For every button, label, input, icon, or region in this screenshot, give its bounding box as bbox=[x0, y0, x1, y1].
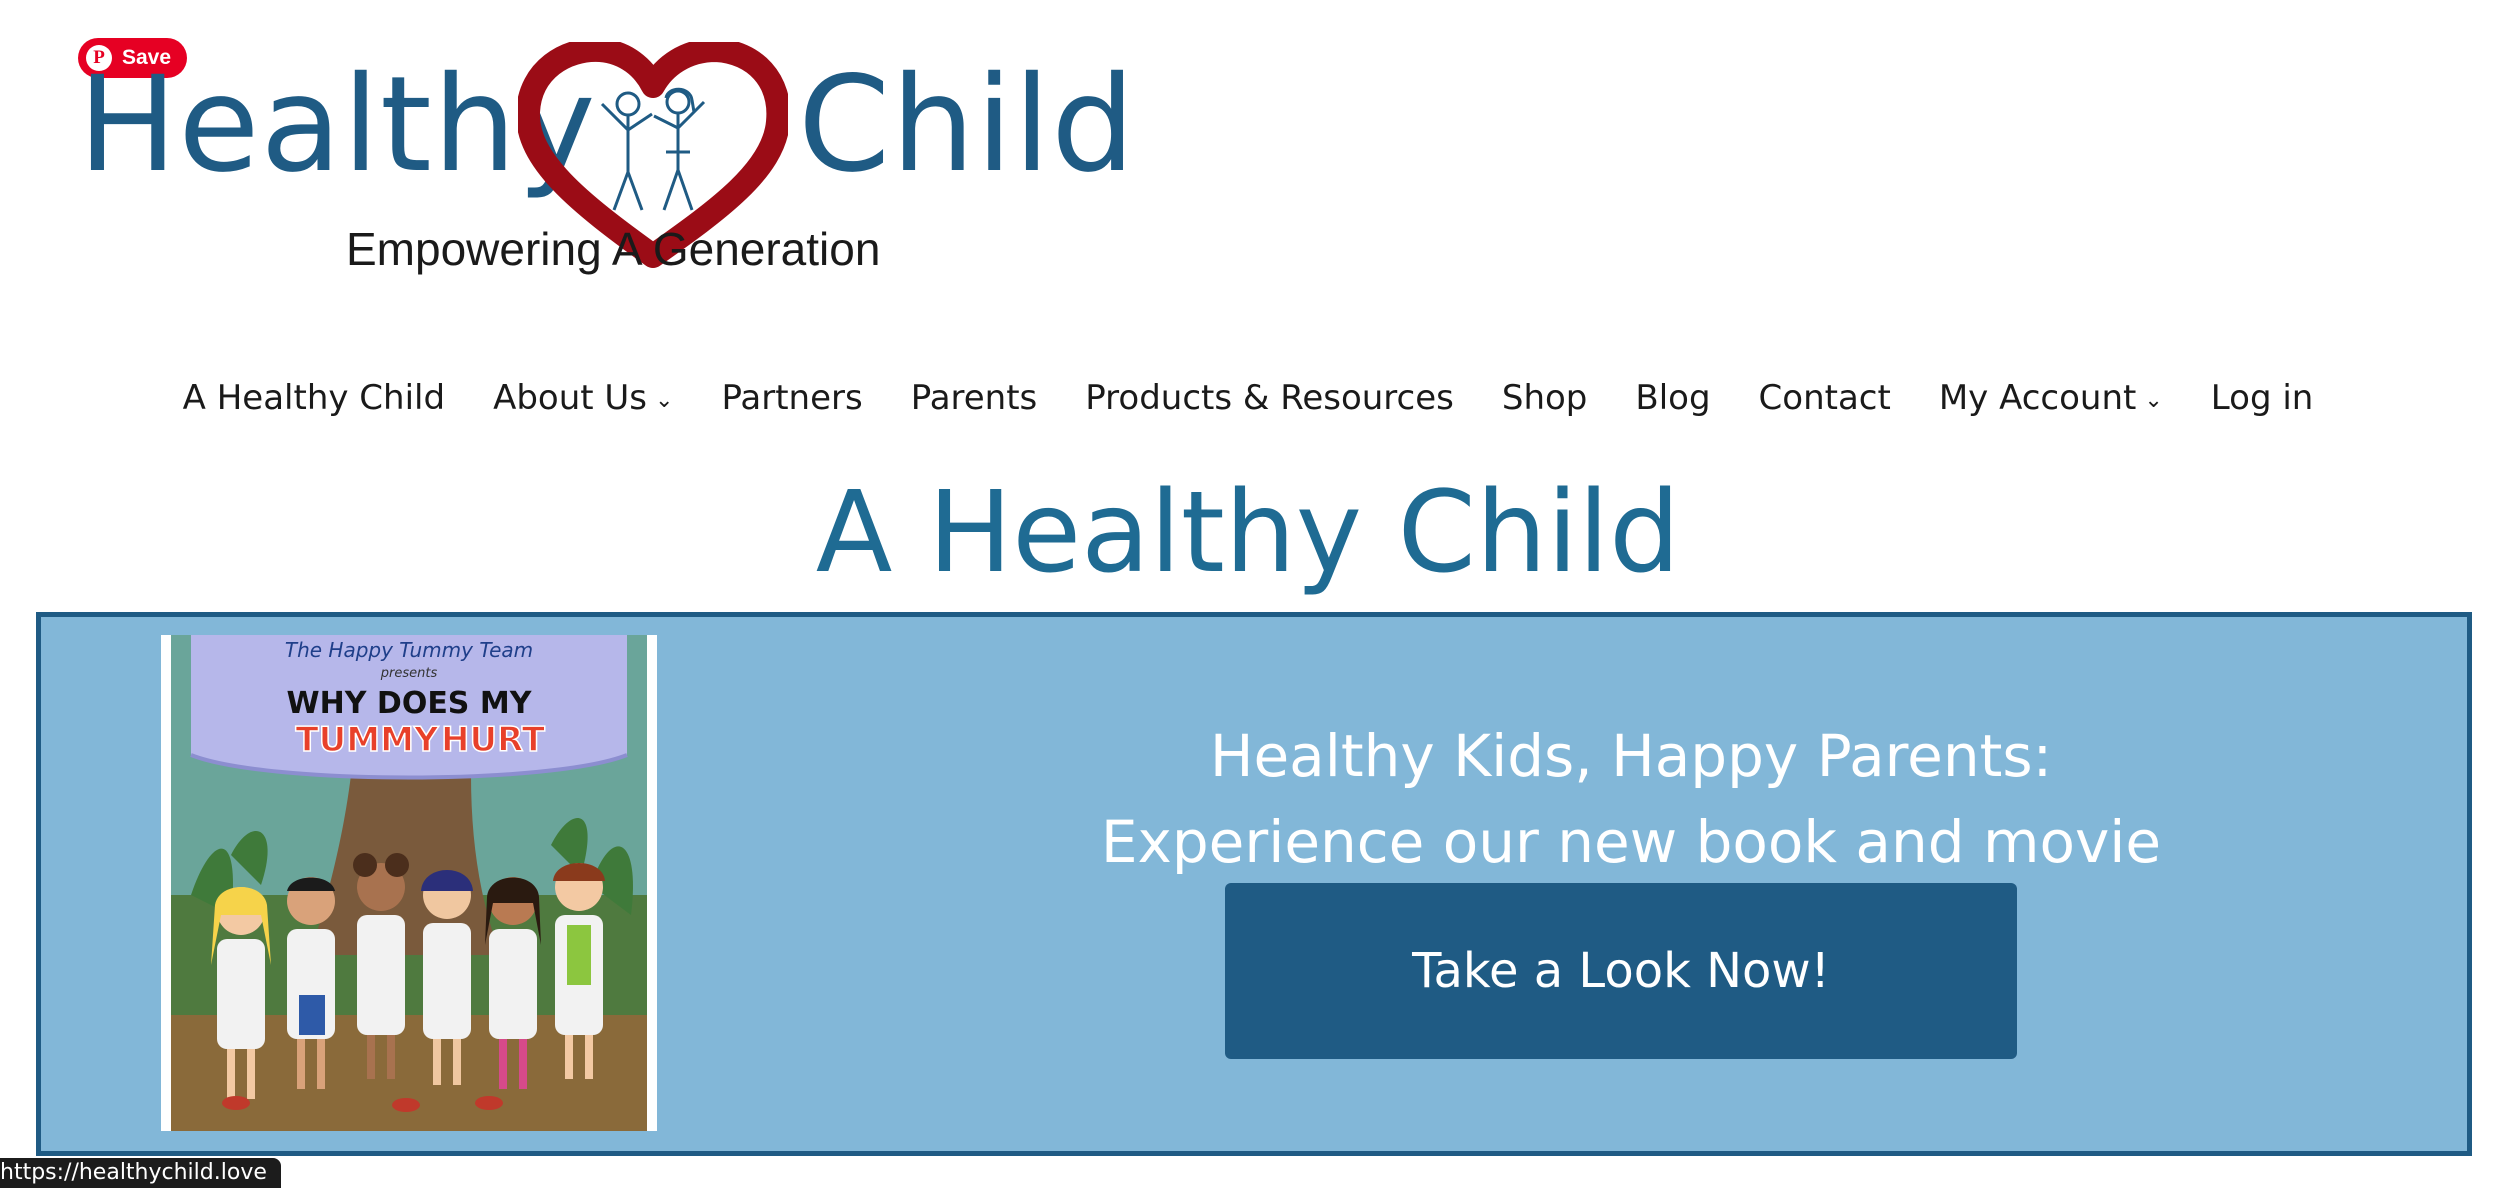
nav-item-about-us[interactable]: About Us ⌄ bbox=[493, 378, 673, 418]
nav-item-partners[interactable]: Partners bbox=[721, 378, 862, 418]
logo-tagline: Empowering A Generation bbox=[346, 223, 881, 275]
chevron-down-icon: ⌄ bbox=[2144, 387, 2163, 413]
nav-item-label: A Healthy Child bbox=[182, 378, 446, 418]
nav-item-blog[interactable]: Blog bbox=[1635, 378, 1710, 418]
nav-item-parents[interactable]: Parents bbox=[911, 378, 1038, 418]
site-logo[interactable]: Healthy Child Empowering A Generation bbox=[78, 40, 1135, 290]
nav-item-label: Blog bbox=[1635, 378, 1711, 418]
nav-item-shop[interactable]: Shop bbox=[1502, 378, 1588, 418]
logo-word-child: Child bbox=[798, 48, 1136, 202]
book-cover-image[interactable]: The Happy Tummy Team presents WHY DOES M… bbox=[161, 635, 657, 1131]
book-title-word-hurt: HURT bbox=[441, 720, 546, 760]
nav-item-a-healthy-child[interactable]: A Healthy Child bbox=[183, 378, 445, 418]
nav-item-label: Log in bbox=[2210, 378, 2314, 418]
chevron-down-icon: ⌄ bbox=[655, 387, 674, 413]
nav-item-label: Parents bbox=[910, 378, 1038, 418]
nav-item-label: About Us bbox=[493, 378, 647, 418]
page-title: A Healthy Child bbox=[815, 468, 1681, 598]
promo-banner: The Happy Tummy Team presents WHY DOES M… bbox=[36, 612, 2472, 1156]
nav-item-label: My Account bbox=[1938, 378, 2137, 418]
nav-item-contact[interactable]: Contact bbox=[1759, 378, 1891, 418]
book-cover-illustration: The Happy Tummy Team presents WHY DOES M… bbox=[171, 635, 647, 1131]
nav-item-log-in[interactable]: Log in bbox=[2211, 378, 2314, 418]
nav-item-label: Contact bbox=[1758, 378, 1891, 418]
take-a-look-button[interactable]: Take a Look Now! bbox=[1225, 883, 2017, 1059]
nav-item-my-account[interactable]: My Account ⌄ bbox=[1939, 378, 2163, 418]
nav-item-label: Products & Resources bbox=[1085, 378, 1454, 418]
nav-item-products-resources[interactable]: Products & Resources bbox=[1085, 378, 1454, 418]
book-series-text: The Happy Tummy Team bbox=[285, 638, 533, 662]
book-title-word-tummy: TUMMY bbox=[295, 720, 438, 760]
nav-item-label: Shop bbox=[1501, 378, 1588, 418]
book-presents-text: presents bbox=[380, 666, 438, 681]
nav-item-label: Partners bbox=[721, 378, 863, 418]
banner-headline-line1: Healthy Kids, Happy Parents: bbox=[1209, 722, 2053, 790]
status-bar-url: https://healthychild.love bbox=[0, 1158, 281, 1188]
book-title-line1: WHY DOES MY bbox=[287, 686, 533, 721]
main-navigation: A Healthy Child About Us ⌄ Partners Paren… bbox=[0, 378, 2496, 418]
